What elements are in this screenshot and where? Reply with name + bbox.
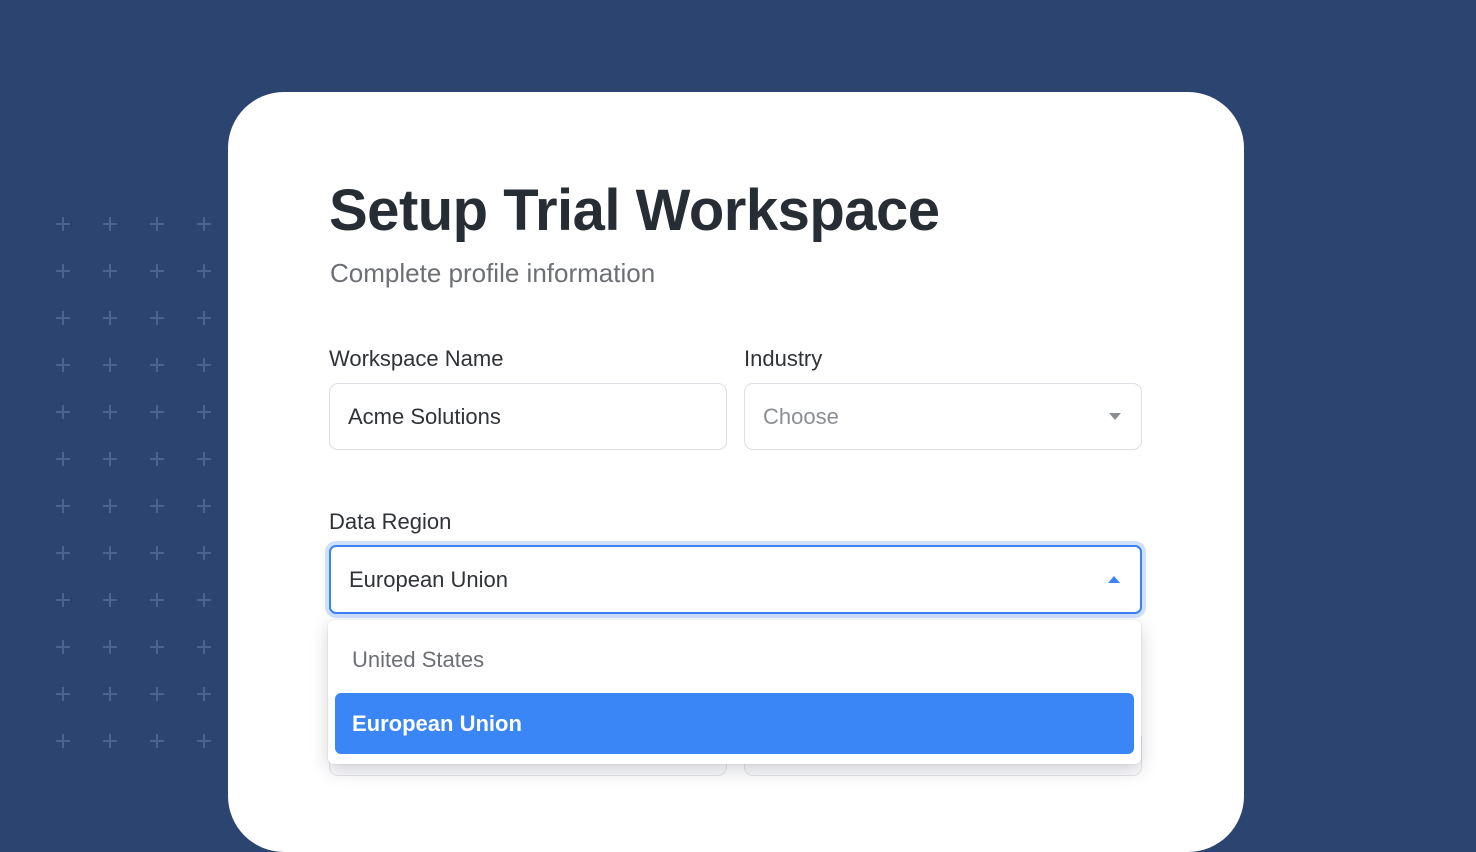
industry-label: Industry [744,346,823,371]
plus-icon [103,405,117,419]
plus-icon [150,405,164,419]
dropdown-option-united-states[interactable]: United States [335,629,1134,690]
plus-icon [103,358,117,372]
data-region-select[interactable]: European Union [329,545,1142,614]
plus-icon [197,264,211,278]
plus-icon [103,546,117,560]
plus-icon [197,217,211,231]
plus-icon [56,264,70,278]
data-region-value: European Union [349,566,509,592]
plus-icon [56,452,70,466]
plus-icon [150,358,164,372]
plus-icon [197,687,211,701]
plus-icon [150,311,164,325]
plus-icon [150,687,164,701]
data-region-dropdown-menu: United States European Union [328,620,1141,764]
plus-icon [103,217,117,231]
plus-icon [56,546,70,560]
plus-icon [103,452,117,466]
plus-icon [197,734,211,748]
plus-icon [103,593,117,607]
plus-icon [103,499,117,513]
plus-icon [103,264,117,278]
plus-icon [56,593,70,607]
data-region-label: Data Region [329,509,452,534]
workspace-name-label: Workspace Name [329,346,504,371]
plus-icon [197,405,211,419]
plus-icon [56,217,70,231]
plus-icon [56,358,70,372]
plus-icon [56,640,70,654]
plus-icon [197,640,211,654]
plus-icon [56,499,70,513]
dropdown-option-european-union[interactable]: European Union [335,693,1134,754]
plus-icon [150,640,164,654]
setup-card: Setup Trial Workspace Complete profile i… [228,92,1244,852]
plus-icon [56,734,70,748]
plus-icon [56,687,70,701]
plus-icon [197,452,211,466]
page-subtitle: Complete profile information [330,258,656,288]
plus-icon [150,217,164,231]
plus-icon [150,734,164,748]
plus-icon [103,640,117,654]
plus-icon [56,405,70,419]
plus-icon [56,311,70,325]
plus-icon [103,734,117,748]
plus-icon [150,546,164,560]
plus-icon [150,499,164,513]
plus-icon [103,311,117,325]
plus-icon [197,593,211,607]
chevron-up-icon [1108,576,1120,583]
plus-icon [150,452,164,466]
plus-icon [197,499,211,513]
plus-icon [197,358,211,372]
plus-icon [103,687,117,701]
industry-placeholder: Choose [763,403,839,429]
plus-icon [150,264,164,278]
workspace-name-value: Acme Solutions [348,403,501,429]
plus-icon [197,311,211,325]
page-title: Setup Trial Workspace [329,178,940,243]
plus-icon [150,593,164,607]
industry-select[interactable]: Choose [744,383,1142,450]
background-plus-pattern [56,217,226,757]
workspace-name-input[interactable]: Acme Solutions [329,383,727,450]
chevron-down-icon [1109,413,1121,420]
plus-icon [197,546,211,560]
